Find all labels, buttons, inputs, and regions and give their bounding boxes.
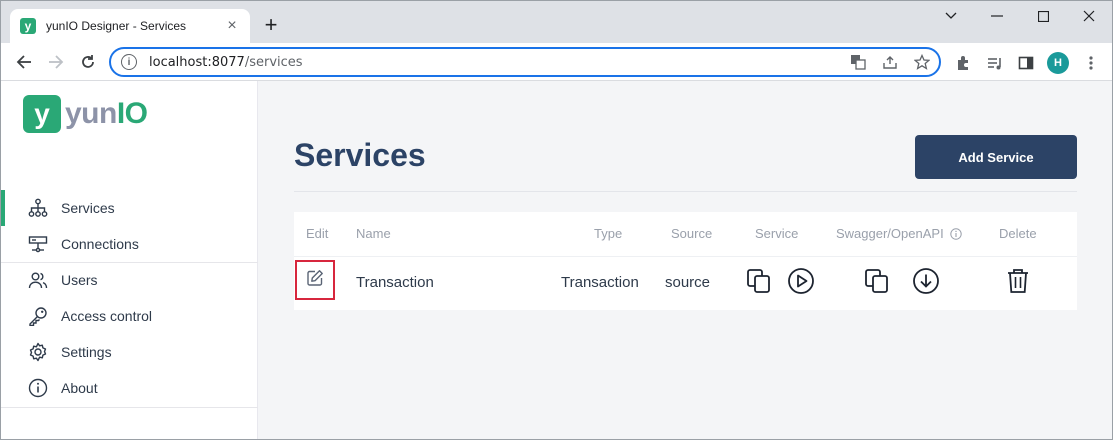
services-table: Edit Name Type Source Service Swagger/Op… bbox=[294, 212, 1077, 310]
page-title: Services bbox=[294, 137, 426, 173]
sitemap-icon bbox=[27, 197, 49, 219]
tab-title: yunIO Designer - Services bbox=[46, 19, 187, 33]
sidebar-item-label: Services bbox=[61, 200, 115, 216]
copy-swagger-url-icon[interactable] bbox=[862, 266, 892, 296]
forward-button[interactable] bbox=[43, 49, 69, 75]
gear-icon bbox=[27, 341, 49, 363]
column-header-service: Service bbox=[755, 226, 799, 241]
sidebar-item-access-control[interactable]: Access control bbox=[1, 298, 258, 334]
sidebar-item-label: Connections bbox=[61, 236, 139, 252]
app-logo[interactable]: y yunIO bbox=[23, 95, 148, 133]
download-swagger-icon[interactable] bbox=[911, 266, 941, 296]
copy-service-url-icon[interactable] bbox=[744, 266, 774, 296]
sidebar-item-services[interactable]: Services bbox=[1, 190, 258, 226]
sidebar-item-label: Access control bbox=[61, 308, 153, 324]
close-window-button[interactable] bbox=[1066, 1, 1112, 31]
sidebar-item-label: About bbox=[61, 380, 98, 396]
url-path: /services bbox=[244, 54, 303, 70]
media-control-icon[interactable] bbox=[983, 51, 1007, 75]
url-host: localhost:8077 bbox=[149, 54, 245, 70]
sidebar-item-label: Users bbox=[61, 272, 98, 288]
service-name: Transaction bbox=[356, 274, 434, 291]
header-divider bbox=[294, 256, 1077, 257]
logo-mark-icon: y bbox=[23, 95, 61, 133]
column-header-source: Source bbox=[671, 226, 713, 241]
browser-menu-icon[interactable] bbox=[1079, 51, 1103, 75]
service-source: source bbox=[665, 274, 711, 291]
sidebar-item-about[interactable]: About bbox=[1, 370, 258, 406]
tab-search-icon[interactable] bbox=[928, 1, 974, 31]
service-type: Transaction bbox=[561, 274, 639, 291]
column-header-delete: Delete bbox=[999, 226, 1037, 241]
browser-tab[interactable]: y yunIO Designer - Services × bbox=[10, 9, 250, 43]
sidebar-item-users[interactable]: Users bbox=[1, 262, 258, 298]
url-text: localhost:8077/services bbox=[149, 55, 303, 70]
column-header-name: Name bbox=[356, 226, 391, 241]
new-tab-button[interactable]: + bbox=[259, 14, 283, 38]
title-divider bbox=[294, 191, 1077, 192]
back-button[interactable] bbox=[11, 49, 37, 75]
browser-window: y yunIO Designer - Services × + i localh… bbox=[0, 0, 1113, 440]
sidebar: y yunIO Services Connections Users Acces… bbox=[1, 81, 258, 439]
sidebar-item-label: Settings bbox=[61, 344, 112, 360]
add-service-button[interactable]: Add Service bbox=[915, 135, 1077, 179]
share-icon[interactable] bbox=[881, 53, 899, 71]
minimize-button[interactable] bbox=[974, 1, 1020, 31]
edit-icon bbox=[306, 269, 324, 292]
bookmark-star-icon[interactable] bbox=[913, 53, 931, 71]
logo-text: yunIO bbox=[65, 97, 148, 130]
tab-strip: y yunIO Designer - Services × + bbox=[1, 1, 1112, 43]
side-panel-icon[interactable] bbox=[1014, 51, 1038, 75]
column-header-type: Type bbox=[594, 226, 623, 241]
address-bar[interactable]: i localhost:8077/services bbox=[109, 47, 941, 77]
extensions-icon[interactable] bbox=[951, 51, 975, 75]
main-content: Services Add Service Edit Name Type Sour… bbox=[259, 81, 1112, 439]
reload-button[interactable] bbox=[75, 49, 101, 75]
connection-icon bbox=[27, 233, 49, 255]
info-icon bbox=[27, 377, 49, 399]
close-tab-icon[interactable]: × bbox=[224, 18, 240, 34]
edit-button[interactable] bbox=[295, 260, 335, 300]
app-page: y yunIO Services Connections Users Acces… bbox=[1, 81, 1112, 439]
users-icon bbox=[27, 269, 49, 291]
browser-toolbar: i localhost:8077/services H bbox=[1, 43, 1112, 81]
swagger-header-label: Swagger/OpenAPI bbox=[836, 226, 944, 241]
run-service-icon[interactable] bbox=[786, 266, 816, 296]
delete-service-icon[interactable] bbox=[1003, 266, 1033, 296]
maximize-button[interactable] bbox=[1020, 1, 1066, 31]
translate-icon[interactable] bbox=[849, 53, 867, 71]
column-header-edit: Edit bbox=[306, 226, 329, 241]
sidebar-item-settings[interactable]: Settings bbox=[1, 334, 258, 370]
sidebar-divider bbox=[1, 407, 258, 408]
profile-avatar[interactable]: H bbox=[1047, 52, 1069, 74]
site-info-icon[interactable]: i bbox=[121, 54, 137, 70]
favicon-icon: y bbox=[20, 18, 36, 34]
sidebar-item-connections[interactable]: Connections bbox=[1, 226, 258, 262]
info-icon[interactable] bbox=[950, 228, 963, 243]
key-icon bbox=[27, 305, 49, 327]
column-header-swagger: Swagger/OpenAPI bbox=[836, 226, 963, 243]
